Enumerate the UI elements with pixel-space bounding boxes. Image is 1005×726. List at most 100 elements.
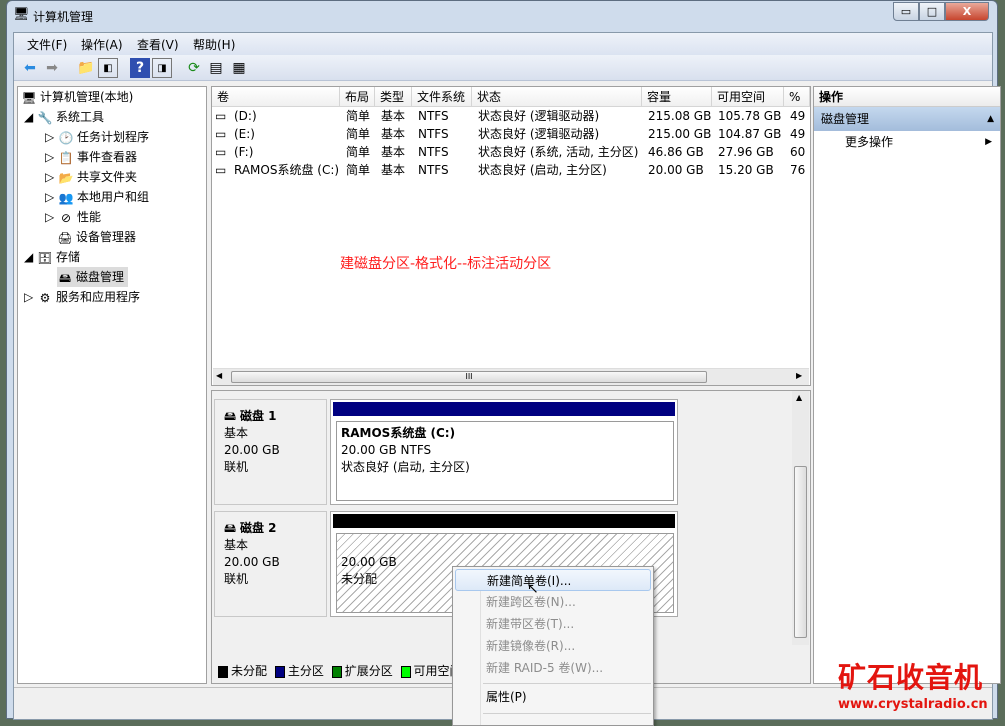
legend-label: 扩展分区 [344, 664, 393, 678]
scroll-thumb[interactable] [794, 466, 807, 638]
tree-label: 服务和应用程序 [56, 290, 141, 304]
vertical-scrollbar[interactable]: ▲ [792, 391, 809, 645]
partition-c[interactable]: RAMOS系统盘 (C:) 20.00 GB NTFS 状态良好 (启动, 主分… [336, 421, 674, 501]
disk-icon: 🖴 [224, 409, 240, 423]
column-header-filesystem[interactable]: 文件系统 [412, 87, 472, 107]
help-icon[interactable]: ? [130, 58, 150, 78]
volume-row[interactable]: ▭ RAMOS系统盘 (C:) 简单 基本 NTFS 状态良好 (启动, 主分区) 20.0… [212, 161, 810, 179]
tree-item-disk-management[interactable]: 🖴 磁盘管理 [57, 267, 129, 287]
legend-label: 未分配 [231, 664, 268, 678]
menu-bar: 文件(F) 操作(A) 查看(V) 帮助(H) [14, 33, 992, 55]
disk-type: 基本 [224, 426, 249, 440]
forward-arrow-icon[interactable]: ➡ [42, 58, 62, 78]
disk-2-label[interactable]: 🖴 磁盘 2 基本 20.00 GB 联机 [214, 511, 327, 617]
drive-icon: ▭ [215, 145, 227, 159]
volume-cell: 基本 [381, 109, 406, 123]
menu-view[interactable]: 查看(V) [137, 36, 179, 53]
refresh-icon[interactable]: ⟳ [184, 58, 204, 78]
window-title: 计算机管理 [33, 10, 94, 24]
partition-title: RAMOS系统盘 (C:) [341, 426, 456, 440]
navigation-tree: 🖥 计算机管理(本地) ◢ 🔧 系统工具 ▷ 🕑 任务计划程序 ▷ 📋 事件查看器 ▷ … [17, 86, 207, 684]
menu-file[interactable]: 文件(F) [27, 36, 67, 53]
volume-cell: 60 [790, 145, 806, 159]
scroll-right-arrow[interactable]: ▶ [796, 371, 802, 380]
menu-item-new-raid5-volume[interactable]: 新建 RAID-5 卷(W)... [455, 657, 651, 679]
volume-cell: 简单 [346, 163, 371, 177]
menu-item-new-simple-volume[interactable]: 新建简单卷(I)... [455, 569, 651, 591]
menu-help[interactable]: 帮助(H) [193, 36, 235, 53]
up-folder-icon[interactable]: 📁 [76, 58, 96, 78]
scroll-up-arrow[interactable]: ▲ [796, 393, 802, 402]
more-actions-label: 更多操作 [845, 135, 894, 149]
volume-row[interactable]: ▭ (E:) 简单 基本 NTFS 状态良好 (逻辑驱动器) 215.00 GB 104.87… [212, 125, 810, 143]
tree-item-performance[interactable]: ▷ ⊘ 性能 [45, 207, 101, 227]
volume-list: 卷 布局 类型 文件系统 状态 容量 可用空间 % ▭ (D:) 简单 基本 NTFS 状… [211, 86, 811, 386]
tree-label: 设备管理器 [76, 230, 137, 244]
column-header-free-space[interactable]: 可用空间 [712, 87, 784, 107]
column-header-type[interactable]: 类型 [375, 87, 412, 107]
menu-item-new-mirrored-volume[interactable]: 新建镜像卷(R)... [455, 635, 651, 657]
disk-settings-icon[interactable]: ▦ [229, 58, 249, 78]
minimize-button[interactable]: ▭ [893, 2, 919, 21]
tree-label: 系统工具 [56, 110, 105, 124]
column-header-percent[interactable]: % [784, 87, 810, 107]
tree-item-device-manager[interactable]: 🖨 设备管理器 [57, 227, 136, 247]
menu-item-properties[interactable]: 属性(P) [455, 686, 651, 708]
volume-row[interactable]: ▭ (F:) 简单 基本 NTFS 状态良好 (系统, 活动, 主分区) 46.86 GB 2… [212, 143, 810, 161]
menu-action[interactable]: 操作(A) [81, 36, 123, 53]
properties-icon[interactable]: ▤ [206, 58, 226, 78]
volume-row[interactable]: ▭ (D:) 简单 基本 NTFS 状态良好 (逻辑驱动器) 215.08 GB 105.78… [212, 107, 810, 125]
volume-cell: 简单 [346, 109, 371, 123]
disk-icon: 🖴 [224, 521, 240, 535]
title-bar: 🖥 计算机管理 ▭ □ X [7, 1, 997, 31]
tree-item-local-users[interactable]: ▷ 👥 本地用户和组 [45, 187, 149, 207]
maximize-button[interactable]: □ [919, 2, 945, 21]
show-hide-action-pane-icon[interactable]: ◨ [152, 58, 172, 78]
menu-item-new-spanned-volume[interactable]: 新建跨区卷(N)... [455, 591, 651, 613]
scroll-thumb[interactable]: III [231, 371, 707, 383]
disk-1-partition[interactable]: RAMOS系统盘 (C:) 20.00 GB NTFS 状态良好 (启动, 主分… [330, 399, 678, 505]
volume-cell: 基本 [381, 163, 406, 177]
tree-label: 计算机管理(本地) [40, 90, 134, 104]
volume-cell: RAMOS系统盘 (C:) [234, 163, 340, 177]
disk-size: 20.00 GB [224, 443, 280, 457]
shared-folder-icon: 📂 [58, 170, 74, 185]
back-arrow-icon[interactable]: ⬅ [20, 58, 40, 78]
volume-cell: 46.86 GB [648, 145, 704, 159]
drive-icon: ▭ [215, 109, 227, 123]
tree-item-event-viewer[interactable]: ▷ 📋 事件查看器 [45, 147, 137, 167]
volume-cell: 状态良好 (逻辑驱动器) [478, 127, 600, 141]
disk-state: 联机 [224, 460, 249, 474]
collapse-up-icon[interactable]: ▲ [987, 107, 994, 131]
volume-cell: 状态良好 (启动, 主分区) [478, 163, 607, 177]
tree-label: 存储 [56, 250, 81, 264]
legend-swatch-primary [274, 665, 285, 678]
horizontal-scrollbar[interactable]: ◀ III ▶ [213, 368, 809, 385]
close-button[interactable]: X [945, 2, 989, 21]
tree-root[interactable]: 🖥 计算机管理(本地) [21, 87, 133, 107]
actions-section-disk-management[interactable]: 磁盘管理 ▲ [814, 107, 1000, 131]
device-manager-icon: 🖨 [57, 230, 73, 245]
tree-item-storage[interactable]: ◢ 🗄 存储 [24, 247, 80, 267]
action-more-actions[interactable]: 更多操作 ▶ [814, 131, 1000, 153]
tree-item-shared-folders[interactable]: ▷ 📂 共享文件夹 [45, 167, 137, 187]
disk-1-label[interactable]: 🖴 磁盘 1 基本 20.00 GB 联机 [214, 399, 327, 505]
column-header-layout[interactable]: 布局 [340, 87, 375, 107]
tree-label: 本地用户和组 [77, 190, 150, 204]
tools-icon: 🔧 [37, 110, 53, 125]
volume-cell: 基本 [381, 127, 406, 141]
clock-icon: 🕑 [58, 130, 74, 145]
tree-item-system-tools[interactable]: ◢ 🔧 系统工具 [24, 107, 104, 127]
menu-item-new-striped-volume[interactable]: 新建带区卷(T)... [455, 613, 651, 635]
show-hide-tree-icon[interactable]: ◧ [98, 58, 118, 78]
storage-icon: 🗄 [37, 250, 53, 265]
volume-cell: NTFS [418, 163, 449, 177]
volume-cell: 215.00 GB [648, 127, 712, 141]
column-header-capacity[interactable]: 容量 [642, 87, 712, 107]
disk-icon: 🖴 [58, 270, 72, 285]
tree-item-task-scheduler[interactable]: ▷ 🕑 任务计划程序 [45, 127, 149, 147]
scroll-left-arrow[interactable]: ◀ [216, 371, 222, 380]
column-header-status[interactable]: 状态 [472, 87, 642, 107]
column-header-volume[interactable]: 卷 [212, 87, 340, 107]
tree-item-services-apps[interactable]: ▷ ⚙ 服务和应用程序 [24, 287, 140, 307]
